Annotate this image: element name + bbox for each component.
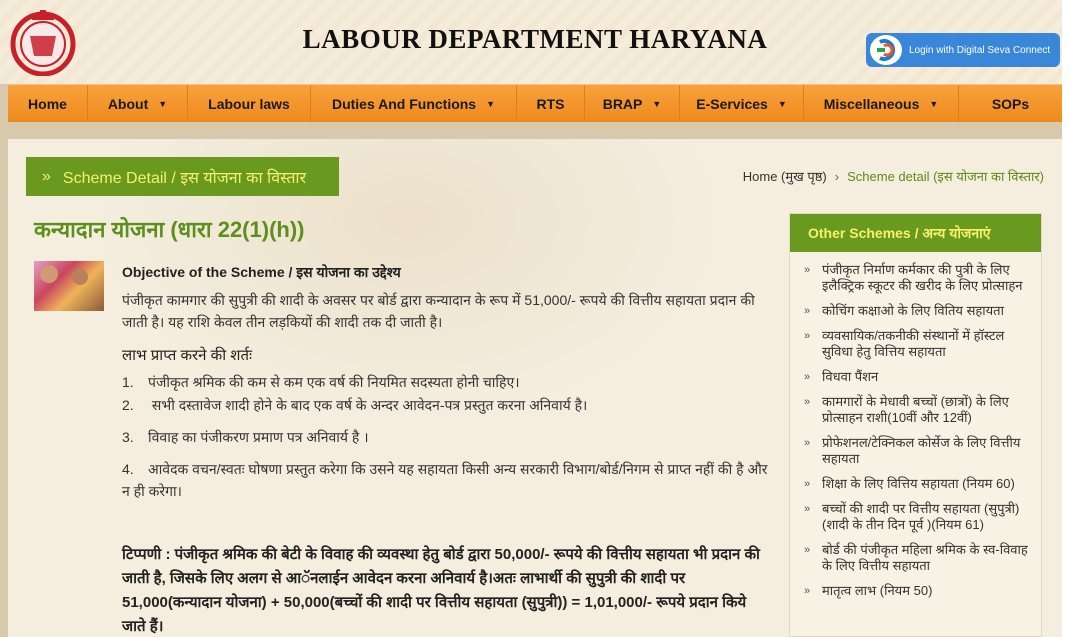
- chevron-down-icon: ▼: [929, 98, 939, 109]
- nav-sops[interactable]: SOPs: [959, 85, 1062, 122]
- nav-miscellaneous[interactable]: Miscellaneous ▼: [804, 85, 959, 122]
- condition-text: आवेदक वचन/स्वतः घोषणा प्रस्तुत करेगा कि …: [122, 461, 768, 499]
- double-chevron-right-icon: »: [804, 305, 811, 317]
- condition-number: 2.: [122, 397, 134, 413]
- chevron-right-icon: ›: [834, 169, 840, 184]
- digital-seva-login-button[interactable]: Login with Digital Seva Connect: [866, 33, 1060, 67]
- condition-number: 3.: [122, 429, 134, 445]
- image-figure: [72, 269, 88, 285]
- double-chevron-right-icon: »: [804, 396, 811, 408]
- double-chevron-right-icon: »: [804, 478, 811, 490]
- chevron-down-icon: ▼: [652, 98, 662, 109]
- double-chevron-right-icon: »: [804, 503, 811, 515]
- digital-seva-logo-icon: [870, 35, 902, 65]
- condition-item: 1. पंजीकृत श्रमिक की कम से कम एक वर्ष की …: [122, 371, 772, 393]
- image-figure: [40, 265, 58, 283]
- page-title: कन्यादान योजना (धारा 22(1)(h)): [34, 217, 305, 242]
- breadcrumb-home[interactable]: Home (मुख पृष्ठ): [743, 169, 827, 184]
- nav-about-label: About: [107, 95, 149, 112]
- digital-seva-login-label: Login with Digital Seva Connect: [909, 44, 1051, 56]
- sidebar-item[interactable]: » पंजीकृत निर्माण कर्मकार की पुत्री के लि…: [804, 262, 1031, 294]
- nav-e-services[interactable]: E-Services ▼: [680, 85, 804, 122]
- main-nav: Home About ▼ Labour laws Duties And Funct…: [8, 84, 1062, 122]
- condition-item: 2. सभी दस्तावेज शादी होने के बाद एक वर्ष…: [122, 394, 772, 416]
- sidebar-item-label: प्रोफेशनल/टेक्निकल कोर्सेज के लिए वित्ती…: [822, 435, 1021, 466]
- sidebar-item[interactable]: » व्यवसायिक/तकनीकी संस्थानों में हॉस्टल स…: [804, 328, 1031, 360]
- nav-home-label: Home: [28, 95, 67, 112]
- nav-sops-label: SOPs: [991, 95, 1030, 112]
- scheme-detail-header: » Scheme Detail / इस योजना का विस्तार: [26, 157, 339, 196]
- double-chevron-right-icon: »: [804, 371, 811, 383]
- condition-number: 1.: [122, 374, 134, 390]
- nav-brap-label: BRAP: [602, 95, 643, 112]
- nav-about[interactable]: About ▼: [88, 85, 188, 122]
- chevron-down-icon: ▼: [777, 98, 787, 109]
- sidebar-item-label: बोर्ड की पंजीकृत महिला श्रमिक के स्व-विव…: [822, 542, 1028, 573]
- condition-text: विवाह का पंजीकरण प्रमाण पत्र अनिवार्य है…: [148, 429, 369, 445]
- sidebar-item[interactable]: » बोर्ड की पंजीकृत महिला श्रमिक के स्व-वि…: [804, 542, 1031, 574]
- objective-text: पंजीकृत कामगार की सुपुत्री की शादी के अव…: [122, 292, 755, 330]
- double-chevron-right-icon: »: [804, 437, 811, 449]
- sidebar-item[interactable]: » विधवा पैंशन: [804, 369, 1031, 385]
- double-chevron-right-icon: »: [804, 264, 811, 276]
- chevron-down-icon: ▼: [486, 98, 496, 109]
- nav-duties-functions-label: Duties And Functions: [331, 95, 477, 112]
- breadcrumb-current: Scheme detail (इस योजना का विस्तार): [847, 169, 1044, 184]
- window-edge: [1062, 0, 1070, 637]
- condition-item: 4. आवेदक वचन/स्वतः घोषणा प्रस्तुत करेगा क…: [122, 458, 772, 502]
- sidebar-item-label: कामगारों के मेधावी बच्चों (छात्रों) के ल…: [822, 394, 1009, 425]
- other-schemes-list: » पंजीकृत निर्माण कर्मकार की पुत्री के लि…: [790, 252, 1041, 599]
- chevron-down-icon: ▼: [158, 98, 168, 109]
- sidebar-item[interactable]: » मातृत्व लाभ (नियम 50): [804, 583, 1031, 599]
- sidebar-item-label: मातृत्व लाभ (नियम 50): [822, 583, 933, 598]
- sidebar-item-label: कोचिंग कक्षाओ के लिए वितिय सहायता: [822, 303, 1004, 318]
- scheme-detail-label: Scheme Detail / इस योजना का विस्तार: [62, 169, 307, 187]
- sidebar-item[interactable]: » बच्चों की शादी पर वित्तीय सहायता (सुपुत…: [804, 501, 1031, 533]
- double-chevron-right-icon: »: [804, 330, 811, 342]
- nav-miscellaneous-label: Miscellaneous: [823, 95, 920, 112]
- sidebar-item-label: व्यवसायिक/तकनीकी संस्थानों में हॉस्टल सु…: [822, 328, 1005, 359]
- site-header: LABOUR DEPARTMENT HARYANA Login with Dig…: [0, 0, 1070, 84]
- sidebar-item[interactable]: » प्रोफेशनल/टेक्निकल कोर्सेज के लिए वित्त…: [804, 435, 1031, 467]
- nav-rts[interactable]: RTS: [517, 85, 585, 122]
- double-chevron-right-icon: »: [804, 585, 811, 597]
- sidebar-title: Other Schemes / अन्य योजनाएं: [790, 214, 1041, 252]
- nav-labour-laws[interactable]: Labour laws: [188, 85, 311, 122]
- other-schemes-sidebar: Other Schemes / अन्य योजनाएं » पंजीकृत नि…: [789, 213, 1042, 637]
- nav-brap[interactable]: BRAP ▼: [585, 85, 680, 122]
- nav-rts-label: RTS: [536, 95, 565, 112]
- condition-item: 3. विवाह का पंजीकरण प्रमाण पत्र अनिवार्य …: [122, 426, 772, 448]
- main-content: » Scheme Detail / इस योजना का विस्तार Ho…: [8, 139, 1062, 637]
- scheme-image: [34, 261, 104, 311]
- nav-labour-laws-label: Labour laws: [208, 95, 290, 112]
- conditions-title: लाभ प्राप्त करने की शर्तः: [122, 347, 253, 364]
- double-chevron-right-icon: »: [42, 167, 51, 185]
- condition-text: पंजीकृत श्रमिक की कम से कम एक वर्ष की नि…: [148, 374, 520, 390]
- sidebar-item-label: बच्चों की शादी पर वित्तीय सहायता (सुपुत्…: [822, 501, 1020, 532]
- sidebar-item[interactable]: » कामगारों के मेधावी बच्चों (छात्रों) के …: [804, 394, 1031, 426]
- breadcrumb: Home (मुख पृष्ठ) › Scheme detail (इस योजना…: [743, 167, 1044, 185]
- sidebar-item[interactable]: » शिक्षा के लिए वित्तिय सहायता (नियम 60): [804, 476, 1031, 492]
- nav-home[interactable]: Home: [8, 85, 88, 122]
- sidebar-item-label: पंजीकृत निर्माण कर्मकार की पुत्री के लिए…: [822, 262, 1023, 293]
- double-chevron-right-icon: »: [804, 544, 811, 556]
- condition-text: सभी दस्तावेज शादी होने के बाद एक वर्ष के…: [148, 397, 588, 413]
- objective-title: Objective of the Scheme / इस योजना का उद…: [122, 264, 401, 280]
- condition-number: 4.: [122, 461, 134, 477]
- nav-e-services-label: E-Services: [696, 95, 768, 112]
- nav-duties-functions[interactable]: Duties And Functions ▼: [311, 85, 517, 122]
- sidebar-item-label: शिक्षा के लिए वित्तिय सहायता (नियम 60): [822, 476, 1015, 491]
- sidebar-item-label: विधवा पैंशन: [822, 369, 879, 384]
- note-text: टिप्पणी : पंजीकृत श्रमिक की बेटी के विवा…: [122, 546, 760, 635]
- sidebar-item[interactable]: » कोचिंग कक्षाओ के लिए वितिय सहायता: [804, 303, 1031, 319]
